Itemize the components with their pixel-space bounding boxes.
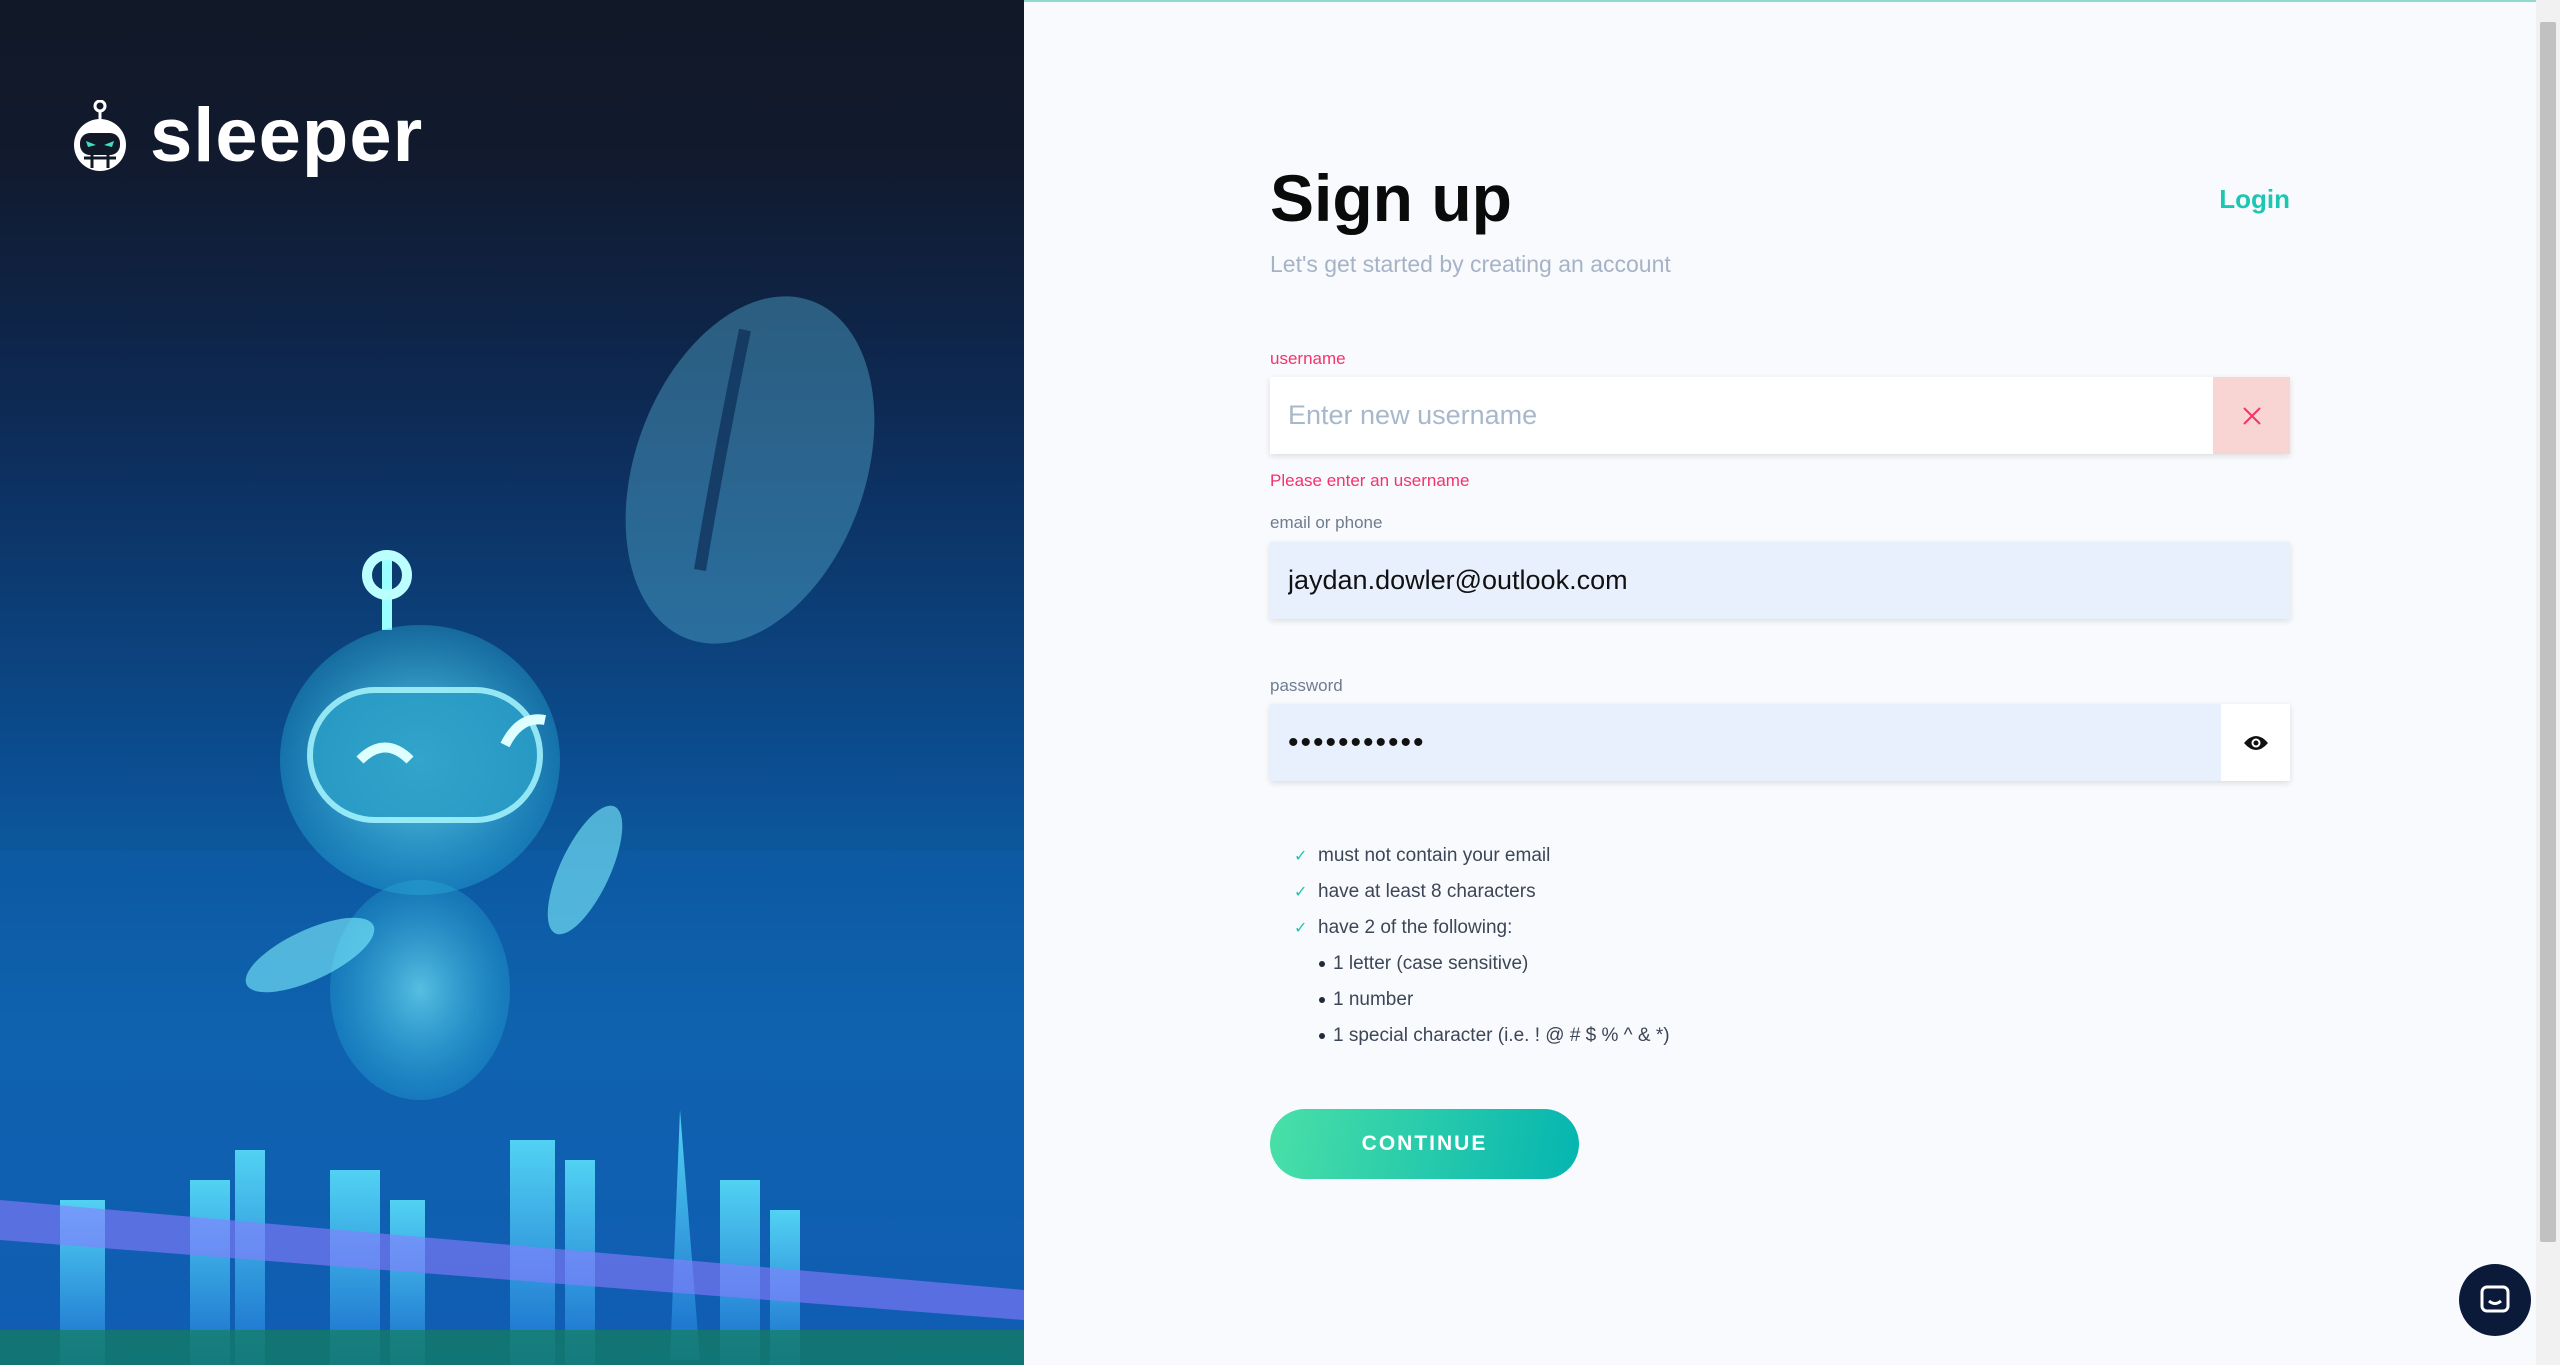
eye-icon [2243, 735, 2268, 750]
toggle-password-button[interactable] [2221, 704, 2290, 781]
email-field [1270, 542, 2290, 619]
password-requirements: ✓ must not contain your email ✓ have at le… [1294, 838, 1670, 1054]
chat-launcher-button[interactable] [2459, 1264, 2531, 1336]
page-title: Sign up [1270, 161, 1512, 235]
bullet-icon [1319, 997, 1325, 1003]
scrollbar-thumb[interactable] [2540, 22, 2556, 1242]
username-input[interactable] [1270, 377, 2213, 454]
username-field [1270, 377, 2290, 454]
brand-name: sleeper [150, 93, 424, 178]
username-error: Please enter an username [1270, 471, 1470, 490]
requirement-item: ✓ have 2 of the following: [1294, 917, 1513, 938]
sleeper-logo[interactable]: sleeper [72, 92, 423, 179]
sub-requirement-item: 1 letter (case sensitive) [1294, 946, 1670, 982]
close-icon [2242, 406, 2261, 425]
username-label: username [1270, 349, 1346, 368]
requirement-item: ✓ have at least 8 characters [1294, 881, 1536, 902]
football-icon [625, 296, 875, 644]
check-icon: ✓ [1294, 848, 1308, 865]
hero-panel: sleeper [0, 0, 1024, 1365]
chat-icon [2480, 1285, 2510, 1313]
hero-illustration [0, 296, 1024, 1365]
clear-username-button[interactable] [2213, 377, 2290, 454]
password-field [1270, 704, 2290, 781]
check-icon: ✓ [1294, 920, 1308, 937]
email-label: email or phone [1270, 513, 1383, 532]
scrollbar[interactable] [2536, 0, 2560, 1365]
continue-button[interactable]: CONTINUE [1270, 1109, 1579, 1179]
check-icon: ✓ [1294, 884, 1308, 901]
page-subtitle: Let's get started by creating an account [1270, 251, 1671, 277]
password-input[interactable] [1270, 704, 2221, 781]
email-input[interactable] [1270, 542, 2290, 619]
requirement-item: ✓ must not contain your email [1294, 845, 1551, 866]
bullet-icon [1319, 961, 1325, 967]
password-label: password [1270, 676, 1343, 695]
sub-requirement-item: 1 number [1294, 982, 1670, 1018]
sub-requirement-item: 1 special character (i.e. ! @ # $ % ^ & … [1294, 1018, 1670, 1054]
sleeper-robot-icon [74, 99, 126, 171]
login-link[interactable]: Login [2219, 184, 2290, 215]
bullet-icon [1319, 1033, 1325, 1039]
